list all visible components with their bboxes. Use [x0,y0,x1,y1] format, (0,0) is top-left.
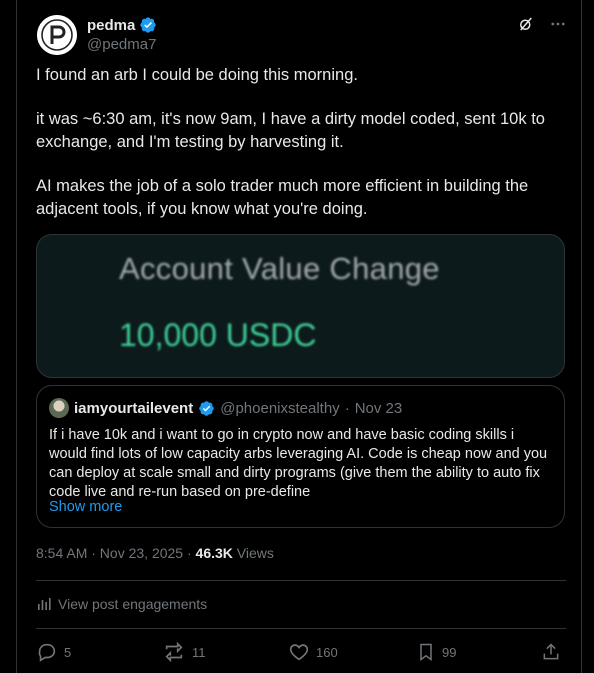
author-display-name[interactable]: pedma [87,17,135,34]
separator-dot: · [344,399,350,417]
divider [36,580,566,581]
bookmark-button[interactable]: 99 [416,641,456,663]
avatar[interactable] [37,15,77,55]
like-button[interactable]: 160 [288,641,338,663]
views-label: Views [232,545,274,561]
repost-button[interactable]: 11 [162,641,206,663]
header-actions [517,15,567,33]
post-image[interactable]: Account Value Change 10,000 USDC [36,234,565,378]
post-meta: 8:54 AM · Nov 23, 2025 · 46.3K Views [36,545,274,561]
media-title: Account Value Change [119,251,440,286]
engagements-label: View post engagements [58,596,208,612]
share-button[interactable] [541,641,561,663]
divider [36,628,566,629]
quoted-post[interactable]: iamyourtailevent @phoenixstealthy · Nov … [36,385,565,528]
media-value: 10,000 USDC [119,317,317,353]
action-bar: 5 11 160 99 [36,641,566,663]
quoted-post-text: If i have 10k and i want to go in crypto… [49,427,548,500]
post-detail: pedma @pedma7 I found an arb I could be … [16,0,582,673]
verified-badge-icon [139,16,157,34]
share-icon [543,643,559,660]
quoted-date[interactable]: Nov 23 [355,400,403,417]
author-name-row[interactable]: pedma [87,16,157,34]
quoted-post-header: iamyourtailevent @phoenixstealthy · Nov … [49,398,402,418]
reply-icon [38,643,56,662]
reply-button[interactable]: 5 [36,641,71,663]
verified-badge-icon [198,400,215,417]
bar-chart-icon [36,596,52,612]
post-header: pedma @pedma7 [37,15,567,57]
views-count: 46.3K [195,545,233,561]
pedma-logo-icon [37,15,77,55]
bookmark-count: 99 [442,644,457,660]
show-more-link[interactable]: Show more [49,499,122,515]
post-text: I found an arb I could be doing this mor… [36,64,566,242]
quoted-avatar[interactable] [49,398,69,418]
quoted-display-name[interactable]: iamyourtailevent [74,400,193,417]
bookmark-icon [420,643,432,661]
author-handle[interactable]: @pedma7 [87,36,156,53]
view-engagements-link[interactable]: View post engagements [36,596,207,612]
post-paragraph: AI makes the job of a solo trader much m… [36,177,529,218]
more-options-icon[interactable] [549,15,567,33]
grok-icon[interactable] [517,15,535,33]
heart-icon [289,644,309,661]
post-paragraph: it was ~6:30 am, it's now 9am, I have a … [36,110,545,151]
post-timestamp[interactable]: 8:54 AM · Nov 23, 2025 · [36,545,196,561]
quoted-handle[interactable]: @phoenixstealthy [220,400,339,417]
repost-icon [165,641,183,663]
post-paragraph: I found an arb I could be doing this mor… [36,66,358,84]
repost-count: 11 [192,644,206,660]
reply-count: 5 [64,644,72,660]
like-count: 160 [316,644,338,660]
